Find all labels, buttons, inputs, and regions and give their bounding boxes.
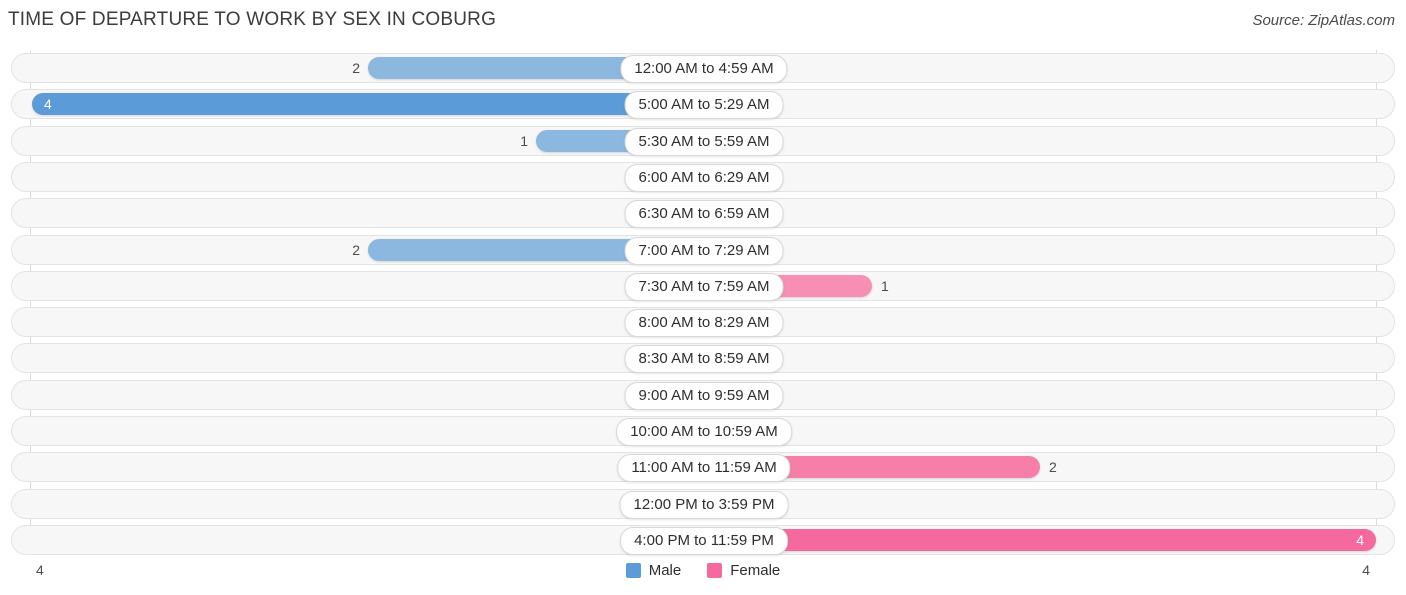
category-label: 6:30 AM to 6:59 AM [624, 200, 784, 229]
value-label-male: 1 [520, 132, 528, 149]
chart-row[interactable]: 0012:00 PM to 3:59 PM [11, 488, 1396, 519]
bar-track: 006:30 AM to 6:59 AM [12, 199, 1396, 229]
bar-track: 0211:00 AM to 11:59 AM [12, 453, 1396, 483]
chart-row[interactable]: 0010:00 AM to 10:59 AM [11, 416, 1395, 446]
legend-item-male[interactable]: Male [625, 562, 682, 579]
category-label: 5:30 AM to 5:59 AM [624, 127, 784, 156]
bar-track: 405:00 AM to 5:29 AM [12, 90, 1396, 120]
legend-swatch-icon [625, 563, 641, 578]
chart-row[interactable]: 006:30 AM to 6:59 AM [11, 198, 1396, 229]
category-label: 4:00 PM to 11:59 PM [620, 526, 788, 555]
bar-track: 0012:00 PM to 3:59 PM [12, 490, 1396, 519]
category-label: 9:00 AM to 9:59 AM [624, 381, 784, 410]
legend-label: Male [648, 562, 682, 579]
chart-footer: 4 4 Male Female [0, 554, 1406, 595]
value-label-female: 4 [1356, 531, 1364, 548]
category-label: 12:00 PM to 3:59 PM [619, 490, 789, 519]
page-title: TIME OF DEPARTURE TO WORK BY SEX IN COBU… [8, 9, 497, 30]
chart-row[interactable]: 017:30 AM to 7:59 AM [11, 270, 1396, 301]
bar-female[interactable] [704, 528, 1376, 551]
legend-label: Female [730, 562, 781, 579]
legend-swatch-icon [707, 563, 723, 578]
category-label: 11:00 AM to 11:59 AM [617, 454, 791, 483]
category-label: 12:00 AM to 4:59 AM [620, 55, 788, 83]
chart-row[interactable]: 0211:00 AM to 11:59 AM [11, 452, 1396, 483]
chart-row[interactable]: 044:00 PM to 11:59 PM [11, 524, 1396, 555]
bar-track: 009:00 AM to 9:59 AM [12, 381, 1396, 410]
category-label: 7:00 AM to 7:29 AM [624, 236, 784, 265]
chart-row[interactable]: 405:00 AM to 5:29 AM [11, 89, 1396, 120]
category-label: 6:00 AM to 6:29 AM [624, 163, 784, 192]
bar-track: 044:00 PM to 11:59 PM [12, 526, 1396, 555]
chart-row[interactable]: 008:30 AM to 8:59 AM [11, 343, 1396, 374]
value-label-female: 2 [1049, 459, 1057, 476]
bar-track: 0010:00 AM to 10:59 AM [12, 417, 1396, 446]
chart-legend: Male Female [0, 562, 1406, 579]
chart-header: TIME OF DEPARTURE TO WORK BY SEX IN COBU… [0, 0, 1406, 44]
category-label: 8:30 AM to 8:59 AM [624, 345, 784, 374]
bar-track: 008:00 AM to 8:29 AM [12, 308, 1396, 338]
chart-row[interactable]: 207:00 AM to 7:29 AM [11, 234, 1396, 265]
bar-track: 207:00 AM to 7:29 AM [12, 236, 1396, 265]
bar-track: 105:30 AM to 5:59 AM [12, 127, 1396, 156]
legend-item-female[interactable]: Female [707, 562, 780, 579]
chart-row[interactable]: 008:00 AM to 8:29 AM [11, 307, 1396, 338]
source-attribution: Source: ZipAtlas.com [1252, 12, 1395, 29]
value-label-female: 1 [881, 277, 889, 294]
bar-track: 006:00 AM to 6:29 AM [12, 163, 1396, 192]
category-label: 7:30 AM to 7:59 AM [624, 272, 784, 301]
chart-row[interactable]: 2012:00 AM to 4:59 AM [11, 53, 1395, 83]
bar-male[interactable] [32, 93, 704, 116]
value-label-male: 4 [44, 96, 52, 113]
chart-row[interactable]: 006:00 AM to 6:29 AM [11, 161, 1396, 192]
diverging-bar-chart: 2012:00 AM to 4:59 AM 405:00 AM to 5:29 A… [0, 44, 1406, 555]
category-label: 5:00 AM to 5:29 AM [624, 91, 784, 120]
value-label-male: 2 [352, 60, 360, 76]
value-label-male: 2 [352, 241, 360, 258]
bar-track: 2012:00 AM to 4:59 AM [12, 54, 1396, 83]
bar-track: 008:30 AM to 8:59 AM [12, 344, 1396, 374]
chart-row[interactable]: 009:00 AM to 9:59 AM [11, 379, 1396, 410]
chart-row[interactable]: 105:30 AM to 5:59 AM [11, 125, 1396, 156]
category-label: 8:00 AM to 8:29 AM [624, 309, 784, 338]
bar-track: 017:30 AM to 7:59 AM [12, 272, 1396, 301]
category-label: 10:00 AM to 10:59 AM [616, 418, 792, 446]
